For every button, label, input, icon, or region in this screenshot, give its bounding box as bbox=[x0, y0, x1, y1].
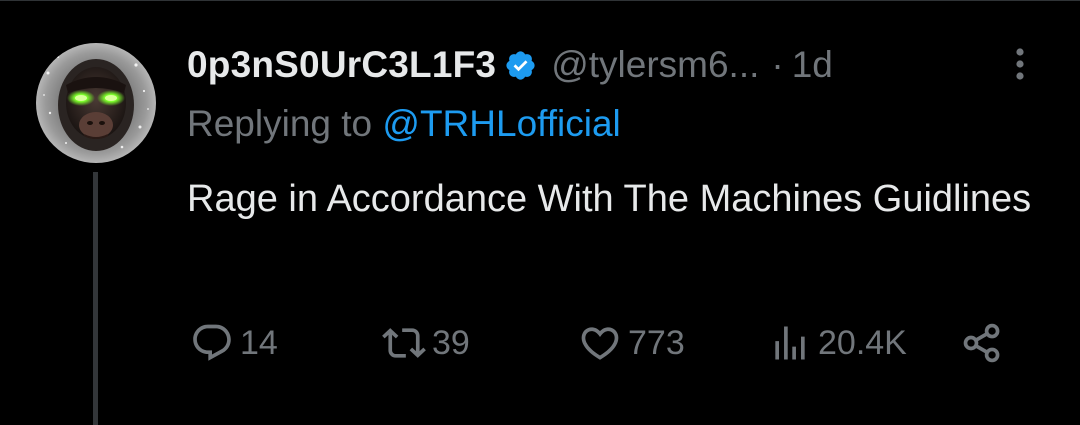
thread-line bbox=[93, 172, 98, 425]
tweet-timestamp[interactable]: 1d bbox=[792, 44, 833, 86]
reply-button[interactable]: 14 bbox=[190, 318, 278, 368]
views-count: 20.4K bbox=[818, 323, 907, 362]
reply-count: 14 bbox=[240, 323, 278, 362]
like-count: 773 bbox=[628, 323, 685, 362]
action-bar: 14 39 773 20.4K bbox=[190, 318, 1020, 368]
reply-icon bbox=[190, 321, 240, 365]
replying-to-mention[interactable]: @TRHLofficial bbox=[382, 103, 620, 144]
verified-badge-icon[interactable] bbox=[504, 49, 537, 82]
retweet-icon bbox=[382, 321, 432, 365]
more-vertical-icon[interactable] bbox=[1008, 44, 1032, 84]
heart-icon bbox=[578, 321, 628, 365]
author-handle[interactable]: @tylersm6... bbox=[551, 44, 759, 86]
share-button[interactable] bbox=[960, 318, 1010, 368]
separator-dot: · bbox=[771, 44, 784, 85]
retweet-count: 39 bbox=[432, 323, 470, 362]
top-divider bbox=[0, 0, 1080, 1]
tweet-text: Rage in Accordance With The Machines Gui… bbox=[187, 178, 1032, 220]
views-chart-icon bbox=[768, 321, 818, 365]
like-button[interactable]: 773 bbox=[578, 318, 685, 368]
replying-to-line: Replying to @TRHLofficial bbox=[187, 103, 621, 145]
share-icon bbox=[960, 321, 1010, 365]
views-button[interactable]: 20.4K bbox=[768, 318, 907, 368]
replying-to-label: Replying to bbox=[187, 103, 373, 144]
tweet-header: 0p3nS0UrC3L1F3 @tylersm6... · 1d bbox=[187, 40, 833, 90]
author-display-name[interactable]: 0p3nS0UrC3L1F3 bbox=[187, 44, 496, 86]
avatar[interactable] bbox=[36, 43, 156, 163]
retweet-button[interactable]: 39 bbox=[382, 318, 470, 368]
